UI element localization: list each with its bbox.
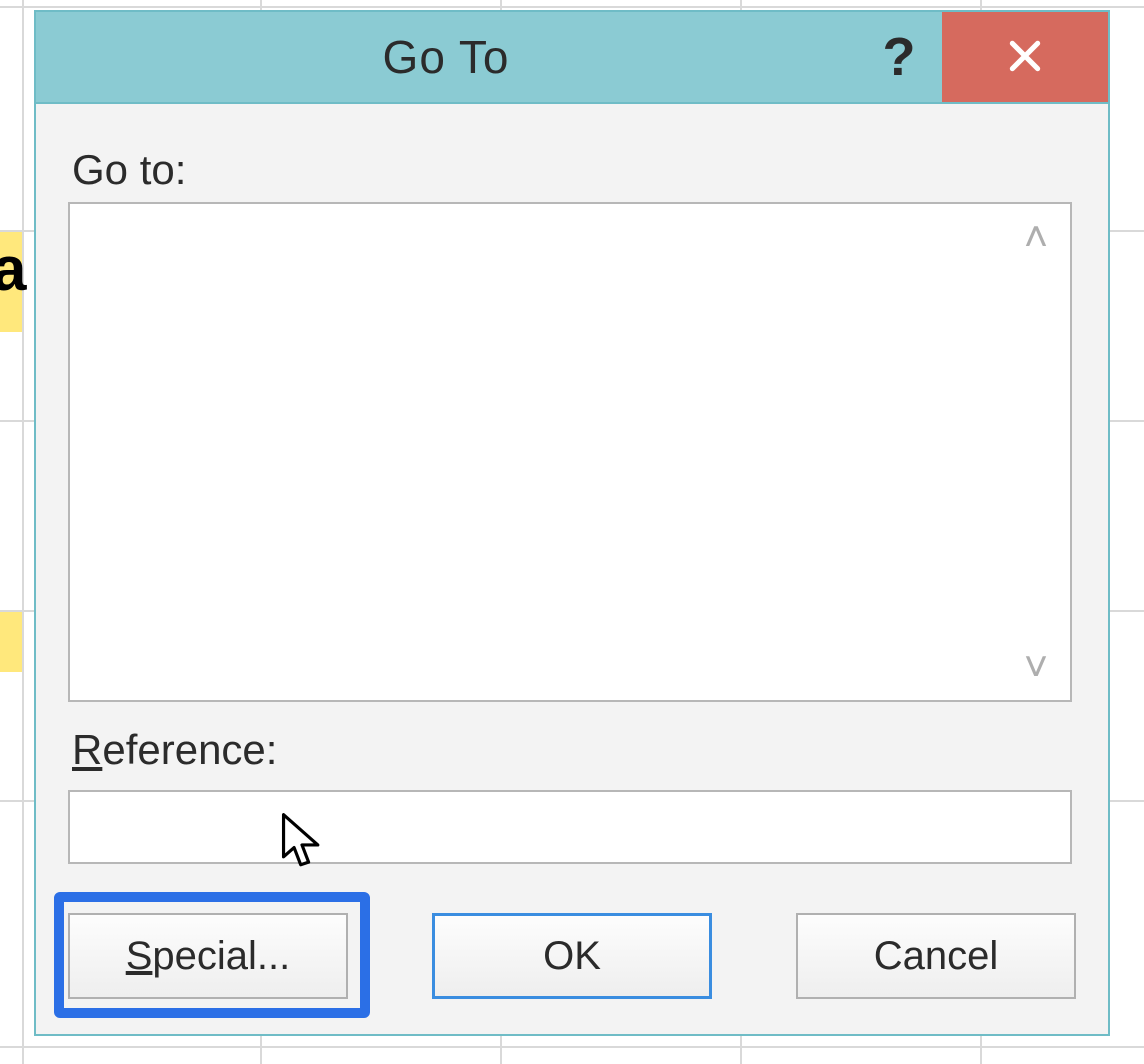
goto-listbox[interactable]: ˄ ˅ bbox=[68, 202, 1072, 702]
reference-label: Reference: bbox=[72, 726, 1076, 774]
help-icon: ? bbox=[883, 26, 916, 88]
goto-label: Go to: bbox=[72, 146, 1076, 194]
close-icon bbox=[1006, 37, 1044, 78]
help-button[interactable]: ? bbox=[856, 12, 942, 102]
dialog-button-row: Special... OK Cancel bbox=[68, 908, 1076, 1004]
dialog-title: Go To bbox=[36, 30, 856, 84]
reference-input[interactable] bbox=[68, 790, 1072, 864]
scroll-up-icon[interactable]: ˄ bbox=[1024, 216, 1049, 258]
dialog-titlebar[interactable]: Go To ? bbox=[36, 12, 1108, 102]
dialog-body: Go to: ˄ ˅ Reference: Special... OK Canc… bbox=[36, 102, 1108, 1034]
sheet-cell-text: a bbox=[0, 234, 26, 305]
scroll-down-icon[interactable]: ˅ bbox=[1024, 646, 1049, 688]
special-button[interactable]: Special... bbox=[68, 913, 348, 999]
cancel-button[interactable]: Cancel bbox=[796, 913, 1076, 999]
go-to-dialog: Go To ? Go to: ˄ ˅ Reference: Special...… bbox=[34, 10, 1110, 1036]
ok-button[interactable]: OK bbox=[432, 913, 712, 999]
listbox-scrollbar[interactable]: ˄ ˅ bbox=[1006, 204, 1066, 700]
close-button[interactable] bbox=[942, 12, 1108, 102]
